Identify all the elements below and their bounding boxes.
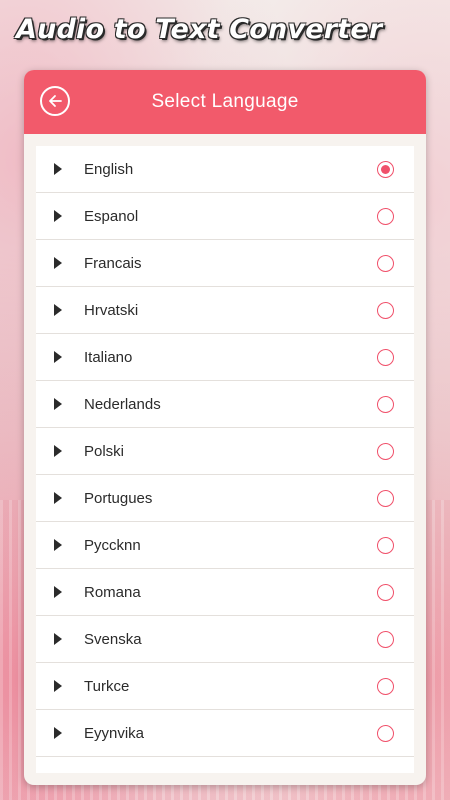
language-label: Portugues xyxy=(84,489,153,507)
language-label: Italiano xyxy=(84,348,133,366)
radio-dot xyxy=(381,164,390,174)
language-row[interactable]: Francais xyxy=(36,240,414,287)
play-arrow-icon xyxy=(54,257,62,269)
arrow-left-icon xyxy=(49,95,62,107)
language-row[interactable]: Nederlands xyxy=(36,381,414,428)
play-arrow-icon xyxy=(54,539,62,551)
language-label: Hrvatski xyxy=(84,301,139,319)
play-arrow-icon xyxy=(54,492,62,504)
language-label: Romana xyxy=(84,583,141,601)
language-label: Polski xyxy=(84,442,125,460)
language-label: Pyccknn xyxy=(84,536,141,554)
language-label: Eyynvika xyxy=(84,724,145,742)
language-row[interactable]: Pyccknn xyxy=(36,522,414,569)
language-row[interactable]: Portugues xyxy=(36,475,414,522)
language-row[interactable]: Turkce xyxy=(36,663,414,710)
play-arrow-icon xyxy=(54,586,62,598)
language-row[interactable]: Svenska xyxy=(36,616,414,663)
play-arrow-icon xyxy=(54,210,62,222)
radio-unselected[interactable] xyxy=(377,348,394,366)
radio-unselected[interactable] xyxy=(377,724,394,742)
play-arrow-icon xyxy=(54,727,62,739)
language-row[interactable]: Hrvatski xyxy=(36,287,414,334)
language-label: Espanol xyxy=(84,207,139,225)
language-row[interactable]: English xyxy=(36,146,414,193)
language-row[interactable]: Eyynvika xyxy=(36,710,414,757)
language-list[interactable]: English Espanol Francais Hrvatski Italiano Ne… xyxy=(36,146,414,773)
radio-unselected[interactable] xyxy=(377,442,394,460)
app-title: Audio to Text Converter xyxy=(16,14,383,45)
radio-unselected[interactable] xyxy=(377,677,394,695)
radio-selected[interactable] xyxy=(377,160,394,178)
play-arrow-icon xyxy=(54,304,62,316)
language-row[interactable]: Polski xyxy=(36,428,414,475)
radio-unselected[interactable] xyxy=(377,395,394,413)
radio-unselected[interactable] xyxy=(377,583,394,601)
play-arrow-icon xyxy=(54,163,62,175)
language-label: Nederlands xyxy=(84,395,161,413)
language-dialog: Select Language English Espanol Francais Hr… xyxy=(24,70,426,785)
radio-unselected[interactable] xyxy=(377,207,394,225)
language-label: Svenska xyxy=(84,630,142,648)
radio-unselected[interactable] xyxy=(377,301,394,319)
language-row[interactable]: Espanol xyxy=(36,193,414,240)
language-label: Turkce xyxy=(84,677,130,695)
play-arrow-icon xyxy=(54,398,62,410)
play-arrow-icon xyxy=(54,680,62,692)
language-row[interactable]: Romana xyxy=(36,569,414,616)
language-row[interactable]: Italiano xyxy=(36,334,414,381)
radio-unselected[interactable] xyxy=(377,536,394,554)
dialog-title: Select Language xyxy=(151,91,299,112)
language-label: English xyxy=(84,160,134,178)
play-arrow-icon xyxy=(54,633,62,645)
back-button[interactable] xyxy=(40,86,70,116)
radio-unselected[interactable] xyxy=(377,489,394,507)
language-label: Francais xyxy=(84,254,142,272)
radio-unselected[interactable] xyxy=(377,630,394,648)
play-arrow-icon xyxy=(54,351,62,363)
radio-unselected[interactable] xyxy=(377,254,394,272)
dialog-header: Select Language xyxy=(24,70,426,134)
play-arrow-icon xyxy=(54,445,62,457)
